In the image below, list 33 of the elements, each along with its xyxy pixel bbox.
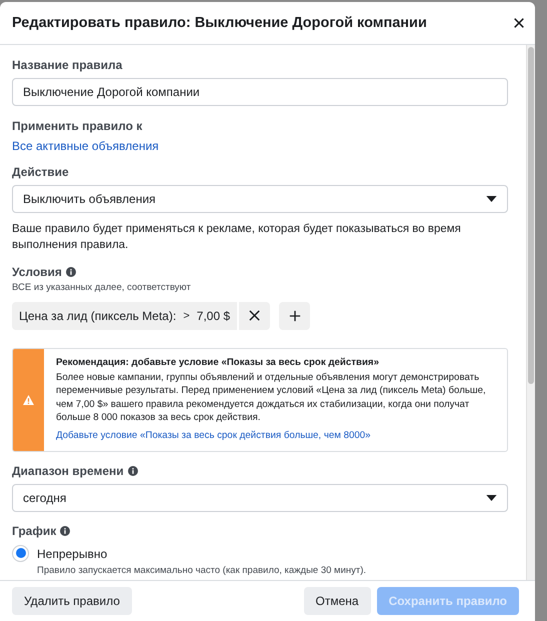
condition-chip[interactable]: Цена за лид (пиксель Meta): > 7,00 $ — [12, 302, 238, 330]
add-condition-link[interactable]: Добавьте условие «Показы за весь срок действия больше, чем 8000» — [56, 430, 371, 441]
field-label: Название правила — [12, 58, 124, 72]
recommendation-text: Более новые кампании, группы объявлений и отдельные объявления могут демонстрировать переменчивые результаты. Перед применением условий «Цена за лид (пиксель Meta) больше, чем 7,00 $» вашего правила рекомендуется дождаться их стабилизации, когда они получат больше 8 000 показов за весь срок действия. — [56, 370, 487, 425]
info-icon[interactable] — [66, 266, 76, 277]
dialog-title: Редактировать правило: Выключение Дорогой компании — [12, 14, 427, 31]
link[interactable]: Все активные объявления — [12, 138, 159, 153]
field-label: Применить правило к — [12, 118, 144, 133]
dropdown[interactable]: сегодня — [12, 484, 508, 512]
scrollbar-thumb[interactable] — [528, 46, 534, 384]
input-field[interactable]: Выключение Дорогой компании — [12, 78, 508, 106]
option-label: Непрерывно — [37, 546, 108, 561]
recommendation-title: Рекомендация: добавьте условие «Показы за весь срок действия» — [56, 356, 380, 368]
warning-icon — [23, 394, 34, 405]
close-icon — [248, 309, 262, 322]
dropdown[interactable]: Выключить объявления — [12, 184, 508, 213]
field-label: График — [12, 524, 56, 538]
note-text: Ваше правило будет применяться к рекламе, которая будет показываться во время выполнения правила. — [12, 222, 462, 253]
info-icon[interactable] — [60, 526, 70, 536]
subtitle: ВСЕ из указанных далее, соответствуют — [12, 282, 192, 293]
caret-icon — [486, 196, 497, 202]
footer-button[interactable]: Удалить правило — [12, 587, 132, 616]
add-button[interactable] — [279, 302, 310, 330]
remove-button[interactable] — [239, 302, 270, 330]
plus-icon — [288, 310, 301, 322]
radio-button[interactable] — [12, 544, 29, 562]
info-icon[interactable] — [128, 466, 138, 476]
field-label: Действие — [12, 164, 70, 179]
footer-button[interactable]: Отмена — [304, 587, 371, 616]
caret-icon — [486, 494, 497, 501]
field-label: Диапазон времени — [12, 464, 124, 478]
field-label: Условия — [12, 264, 62, 279]
option-description: Правило запускается максимально часто (как правило, каждые 30 минут). — [37, 564, 366, 576]
